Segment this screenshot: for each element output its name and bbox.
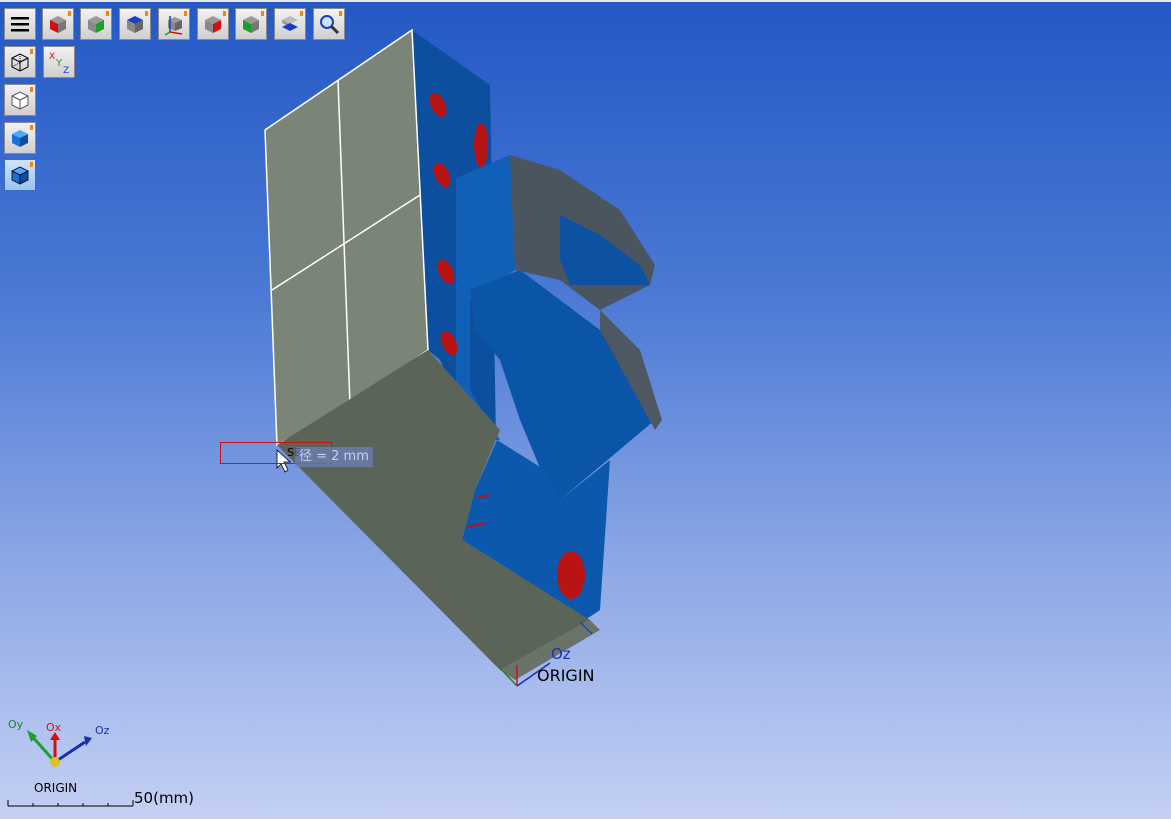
view-front-button[interactable] [42, 8, 74, 40]
view-top-button[interactable] [119, 8, 151, 40]
triad-oz-label: Oz [95, 724, 110, 737]
blue-cube-edges-icon [11, 166, 29, 185]
triad-origin-label: ORIGIN [34, 781, 78, 795]
cube-green-face-icon [88, 16, 104, 33]
axis-toggle-button[interactable]: X Y Z [43, 46, 75, 78]
measure-tooltip: 径 = 2 mm [295, 447, 373, 467]
zoom-fit-button[interactable] [313, 8, 345, 40]
cube-blue-face-icon [127, 16, 143, 33]
cube-red-right-icon [205, 16, 221, 33]
svg-text:Y: Y [55, 58, 63, 69]
svg-text:Z: Z [63, 66, 69, 74]
hole [557, 551, 585, 599]
model-origin-label: ORIGIN [537, 666, 595, 685]
view-back-button[interactable] [80, 8, 112, 40]
orientation-triad [27, 730, 92, 767]
svg-text:X: X [49, 52, 55, 62]
shaded-button[interactable] [4, 122, 36, 154]
shaded-edges-button[interactable] [4, 159, 36, 191]
outline-cube-icon [11, 91, 29, 110]
view-axes-button[interactable] [158, 8, 190, 40]
triad-oy-label: Oy [8, 718, 24, 731]
blue-cube-icon [12, 130, 28, 147]
scale-bar [7, 800, 134, 807]
hole [474, 123, 488, 167]
wireframe-button[interactable] [4, 46, 36, 78]
model-axis-label: Oz [551, 645, 571, 663]
view-bottom-button[interactable] [274, 8, 306, 40]
menu-button[interactable] [4, 8, 36, 40]
cube-blue-bottom-icon [282, 16, 298, 31]
view-right-button[interactable] [197, 8, 229, 40]
hamburger-icon [11, 17, 29, 32]
xyz-axes-icon: X Y Z [49, 52, 69, 74]
cube-red-face-icon [50, 16, 66, 33]
viewport-3d[interactable] [0, 0, 1171, 819]
view-left-button[interactable] [235, 8, 267, 40]
cube-green-left-icon [243, 16, 259, 33]
triad-ox-label: Ox [46, 721, 62, 734]
hidden-line-button[interactable] [4, 84, 36, 116]
axes-cube-icon [164, 16, 183, 36]
scale-bar-label: 50(mm) [134, 789, 195, 807]
magnifier-icon [320, 15, 340, 35]
wire-cube-icon [11, 53, 29, 72]
